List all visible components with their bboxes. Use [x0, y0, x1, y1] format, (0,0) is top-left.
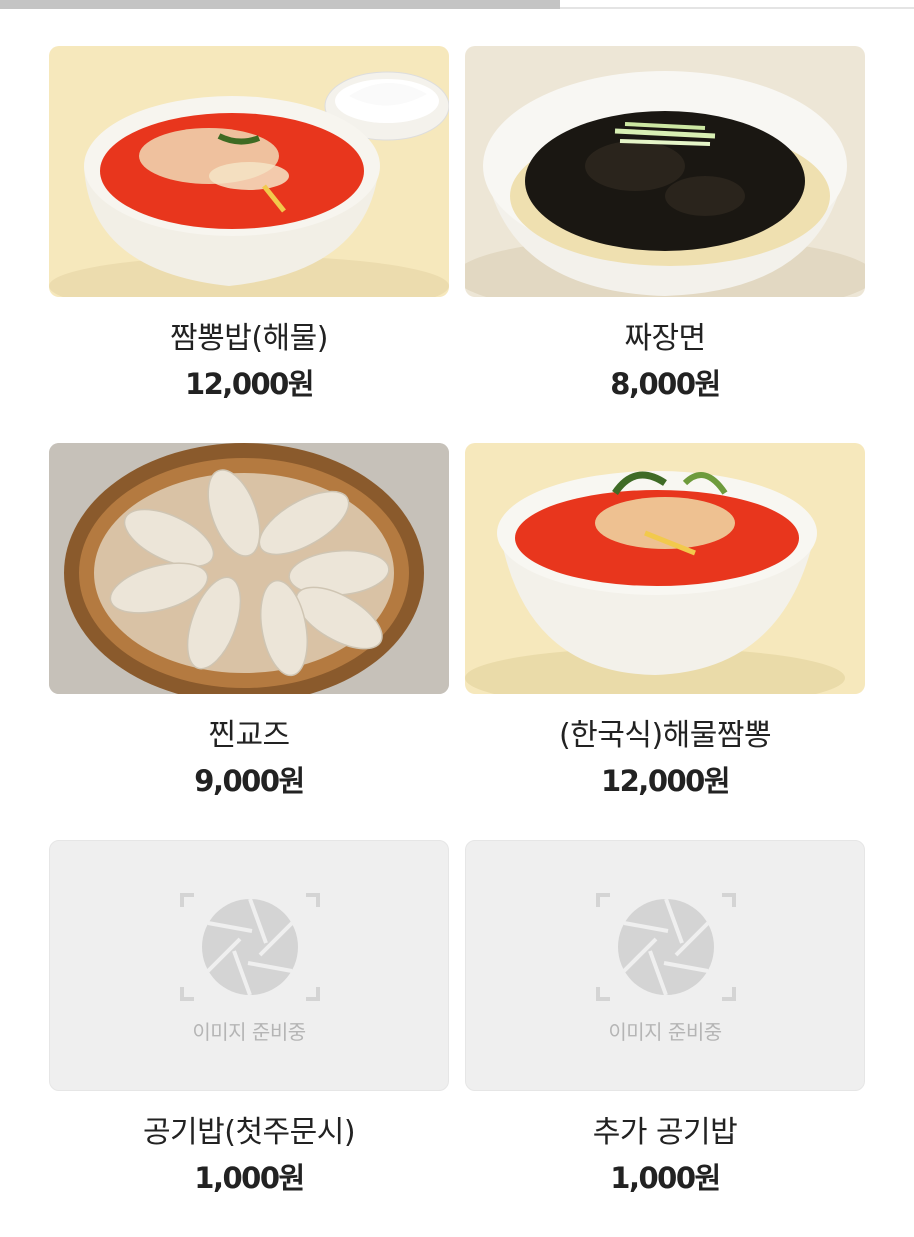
camera-aperture-icon — [596, 893, 736, 1001]
jjajangmyeon-image — [465, 46, 865, 297]
menu-item-name: 짬뽕밥(해물) — [170, 321, 328, 356]
menu-item-card[interactable]: 이미지 준비중 공기밥(첫주문시) 1,000원 — [49, 840, 449, 1237]
menu-item-price: 1,000원 — [610, 1161, 721, 1195]
menu-item-price: 12,000원 — [184, 367, 315, 401]
seafood-jjambbong-image — [465, 443, 865, 694]
menu-item-price: 12,000원 — [600, 764, 731, 798]
menu-item-price: 9,000원 — [194, 764, 305, 798]
menu-item-photo[interactable] — [49, 443, 449, 694]
placeholder-text: 이미지 준비중 — [608, 1020, 722, 1044]
placeholder-text: 이미지 준비중 — [192, 1020, 306, 1044]
menu-item-photo-placeholder[interactable]: 이미지 준비중 — [49, 840, 449, 1091]
tab-indicator — [0, 0, 914, 12]
camera-aperture-icon — [180, 893, 320, 1001]
menu-item-price: 1,000원 — [194, 1161, 305, 1195]
tab-indicator-track — [560, 7, 914, 9]
tab-indicator-active — [0, 0, 560, 9]
menu-item-photo[interactable] — [465, 443, 865, 694]
menu-item-card[interactable]: 찐교즈 9,000원 — [49, 443, 449, 840]
menu-item-card[interactable]: 짜장면 8,000원 — [465, 46, 865, 443]
menu-item-card[interactable]: 이미지 준비중 추가 공기밥 1,000원 — [465, 840, 865, 1237]
steamed-dumplings-image — [49, 443, 449, 694]
menu-grid: 짬뽕밥(해물) 12,000원 짜장면 8,000원 찐교즈 9,000원 (한… — [49, 46, 865, 1237]
menu-item-name: 추가 공기밥 — [592, 1115, 738, 1150]
menu-item-name: 짜장면 — [624, 321, 706, 356]
menu-item-price: 8,000원 — [610, 367, 721, 401]
menu-item-photo-placeholder[interactable]: 이미지 준비중 — [465, 840, 865, 1091]
menu-item-name: 찐교즈 — [208, 718, 290, 753]
menu-item-name: 공기밥(첫주문시) — [142, 1115, 356, 1150]
menu-item-card[interactable]: 짬뽕밥(해물) 12,000원 — [49, 46, 449, 443]
jjambbong-bap-image — [49, 46, 449, 297]
menu-item-name: (한국식)해물짬뽕 — [558, 718, 772, 753]
menu-item-card[interactable]: (한국식)해물짬뽕 12,000원 — [465, 443, 865, 840]
menu-item-photo[interactable] — [49, 46, 449, 297]
menu-item-photo[interactable] — [465, 46, 865, 297]
